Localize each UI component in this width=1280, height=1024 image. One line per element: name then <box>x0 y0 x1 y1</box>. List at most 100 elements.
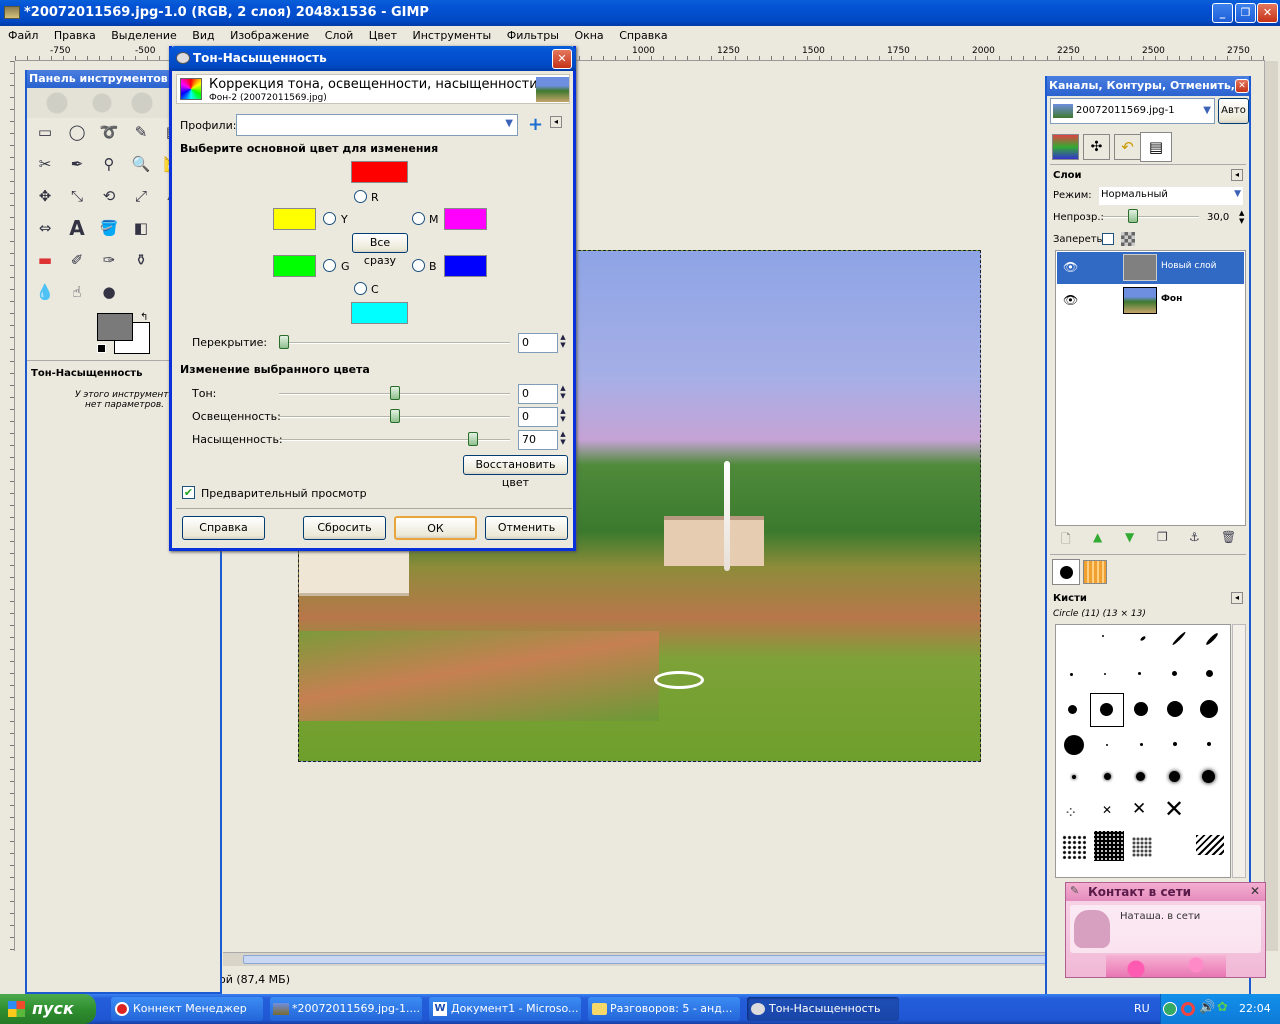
brush-item[interactable] <box>1202 770 1215 783</box>
brushes-menu-icon[interactable]: ◂ <box>1231 592 1243 604</box>
scale-icon[interactable]: ⤢ <box>129 184 153 208</box>
dodge-burn-icon[interactable]: ● <box>97 280 121 304</box>
notification-close-icon[interactable]: ✕ <box>1250 884 1260 898</box>
tray-speaker-icon[interactable]: 🔊 <box>1199 1000 1215 1015</box>
tab-channels[interactable]: ✣ <box>1083 134 1110 160</box>
add-profile-icon[interactable]: + <box>528 114 543 135</box>
auto-button[interactable]: Авто <box>1218 98 1249 124</box>
eraser-icon[interactable]: ▬ <box>33 248 57 272</box>
radio-yellow[interactable] <box>323 212 336 225</box>
menu-color[interactable]: Цвет <box>369 29 397 42</box>
brush-item[interactable] <box>1134 702 1148 716</box>
swap-colors-icon[interactable]: ↰ <box>140 312 148 323</box>
lower-layer-icon[interactable]: ▼ <box>1125 530 1134 544</box>
hue-input[interactable]: 0 <box>518 384 558 404</box>
brush-item[interactable] <box>1068 705 1077 714</box>
brush-item[interactable] <box>1171 631 1187 646</box>
preview-checkbox[interactable]: ✔ <box>182 486 195 499</box>
eye-icon[interactable]: 👁 <box>1063 293 1078 307</box>
brush-item[interactable] <box>1204 631 1220 647</box>
brush-item[interactable] <box>1062 835 1086 859</box>
brush-item[interactable] <box>1173 742 1177 746</box>
brush-item[interactable] <box>1094 831 1124 861</box>
taskbar-item-hue-dialog[interactable]: Тон-Насыщенность <box>747 997 899 1021</box>
clone-icon[interactable]: ⚱ <box>129 248 153 272</box>
lock-alpha-checkbox[interactable] <box>1102 233 1114 245</box>
ink-icon[interactable]: ✑ <box>97 248 121 272</box>
radio-green[interactable] <box>323 259 336 272</box>
rect-select-icon[interactable]: ▭ <box>33 120 57 144</box>
hue-spinner[interactable]: ▲ ▼ <box>558 384 568 400</box>
flip-icon[interactable]: ⇔ <box>33 216 57 240</box>
rotate-icon[interactable]: ⟲ <box>97 184 121 208</box>
tray-icq-icon[interactable]: ✿ <box>1217 1000 1228 1015</box>
brush-item[interactable] <box>1172 671 1177 676</box>
brush-item[interactable]: ✕ <box>1132 799 1146 819</box>
brush-item[interactable] <box>1072 775 1076 779</box>
hue-slider-handle[interactable] <box>390 386 400 400</box>
text-icon[interactable]: A <box>65 216 89 240</box>
radio-red[interactable] <box>354 190 367 203</box>
menu-select[interactable]: Выделение <box>111 29 177 42</box>
language-indicator[interactable]: RU <box>1134 1002 1150 1015</box>
start-button[interactable]: пуск <box>0 994 96 1024</box>
taskbar-item-connect[interactable]: Коннект Менеджер <box>111 997 263 1021</box>
blur-icon[interactable]: 💧 <box>33 280 57 304</box>
overlap-spinner[interactable]: ▲ ▼ <box>558 333 568 349</box>
taskbar-item-gimp-image[interactable]: *20072011569.jpg-1.... <box>270 997 422 1021</box>
layer-row-new[interactable]: 👁 Новый слой <box>1057 252 1244 284</box>
mode-combo[interactable]: Нормальный ▼ <box>1099 187 1243 205</box>
move-icon[interactable]: ✥ <box>33 184 57 208</box>
tab-paths[interactable]: ▤ <box>1140 132 1172 162</box>
brush-item[interactable] <box>1100 703 1113 716</box>
profile-menu-icon[interactable]: ◂ <box>550 116 562 128</box>
brush-item[interactable] <box>1070 673 1073 676</box>
tray-opera-icon[interactable] <box>1181 1002 1195 1016</box>
image-select-combo[interactable]: 20072011569.jpg-1 ▼ <box>1050 98 1215 124</box>
menu-view[interactable]: Вид <box>192 29 214 42</box>
minimize-button[interactable]: _ <box>1212 3 1233 23</box>
taskbar-item-word[interactable]: W Документ1 - Microso... <box>429 997 581 1021</box>
layers-menu-icon[interactable]: ◂ <box>1231 169 1243 181</box>
brush-item[interactable] <box>1104 773 1111 780</box>
dialog-close-button[interactable]: ✕ <box>552 49 572 69</box>
delete-layer-icon[interactable]: 🗑 <box>1221 530 1236 544</box>
layer-row-background[interactable]: 👁 Фон <box>1057 285 1244 317</box>
brush-item[interactable] <box>1138 672 1141 675</box>
scissors-icon[interactable]: ✂ <box>33 152 57 176</box>
raise-layer-icon[interactable]: ▲ <box>1093 530 1102 544</box>
reset-button[interactable]: Сбросить <box>303 516 386 540</box>
brush-item[interactable] <box>1200 700 1218 718</box>
menu-file[interactable]: Файл <box>8 29 38 42</box>
zoom-icon[interactable]: 🔍 <box>129 152 153 176</box>
saturation-input[interactable]: 70 <box>518 430 558 450</box>
brush-item[interactable] <box>1102 635 1104 637</box>
duplicate-layer-icon[interactable]: ❐ <box>1157 530 1168 544</box>
brush-item[interactable] <box>1064 735 1084 755</box>
brush-item[interactable]: ✕ <box>1102 803 1112 817</box>
restore-color-button[interactable]: Восстановить цвет <box>463 455 568 489</box>
lightness-spinner[interactable]: ▲ ▼ <box>558 407 568 423</box>
fuzzy-select-icon[interactable]: ✎ <box>129 120 153 144</box>
airbrush-icon[interactable]: ✐ <box>65 248 89 272</box>
help-button[interactable]: Справка <box>182 516 265 540</box>
radio-blue[interactable] <box>412 259 425 272</box>
new-layer-icon[interactable]: 🗋 <box>1061 530 1071 551</box>
menu-layer[interactable]: Слой <box>325 29 354 42</box>
radio-magenta[interactable] <box>412 212 425 225</box>
opacity-spinner[interactable]: ▲ ▼ <box>1239 209 1244 225</box>
maximize-button[interactable]: ❐ <box>1235 3 1256 23</box>
profiles-combo[interactable]: ▼ <box>236 114 518 136</box>
blend-icon[interactable]: ◧ <box>129 216 153 240</box>
brushes-scrollbar[interactable] <box>1232 624 1246 878</box>
tray-globe-icon[interactable] <box>1163 1002 1177 1016</box>
lightness-input[interactable]: 0 <box>518 407 558 427</box>
brush-item[interactable] <box>1167 701 1183 717</box>
saturation-spinner[interactable]: ▲ ▼ <box>558 430 568 446</box>
brush-item[interactable] <box>1104 673 1106 675</box>
anchor-layer-icon[interactable]: ⚓ <box>1189 530 1200 544</box>
brush-item[interactable] <box>1206 670 1213 677</box>
ok-button[interactable]: ОК <box>394 516 477 540</box>
opacity-slider-handle[interactable] <box>1128 209 1138 223</box>
saturation-slider-handle[interactable] <box>468 432 478 446</box>
